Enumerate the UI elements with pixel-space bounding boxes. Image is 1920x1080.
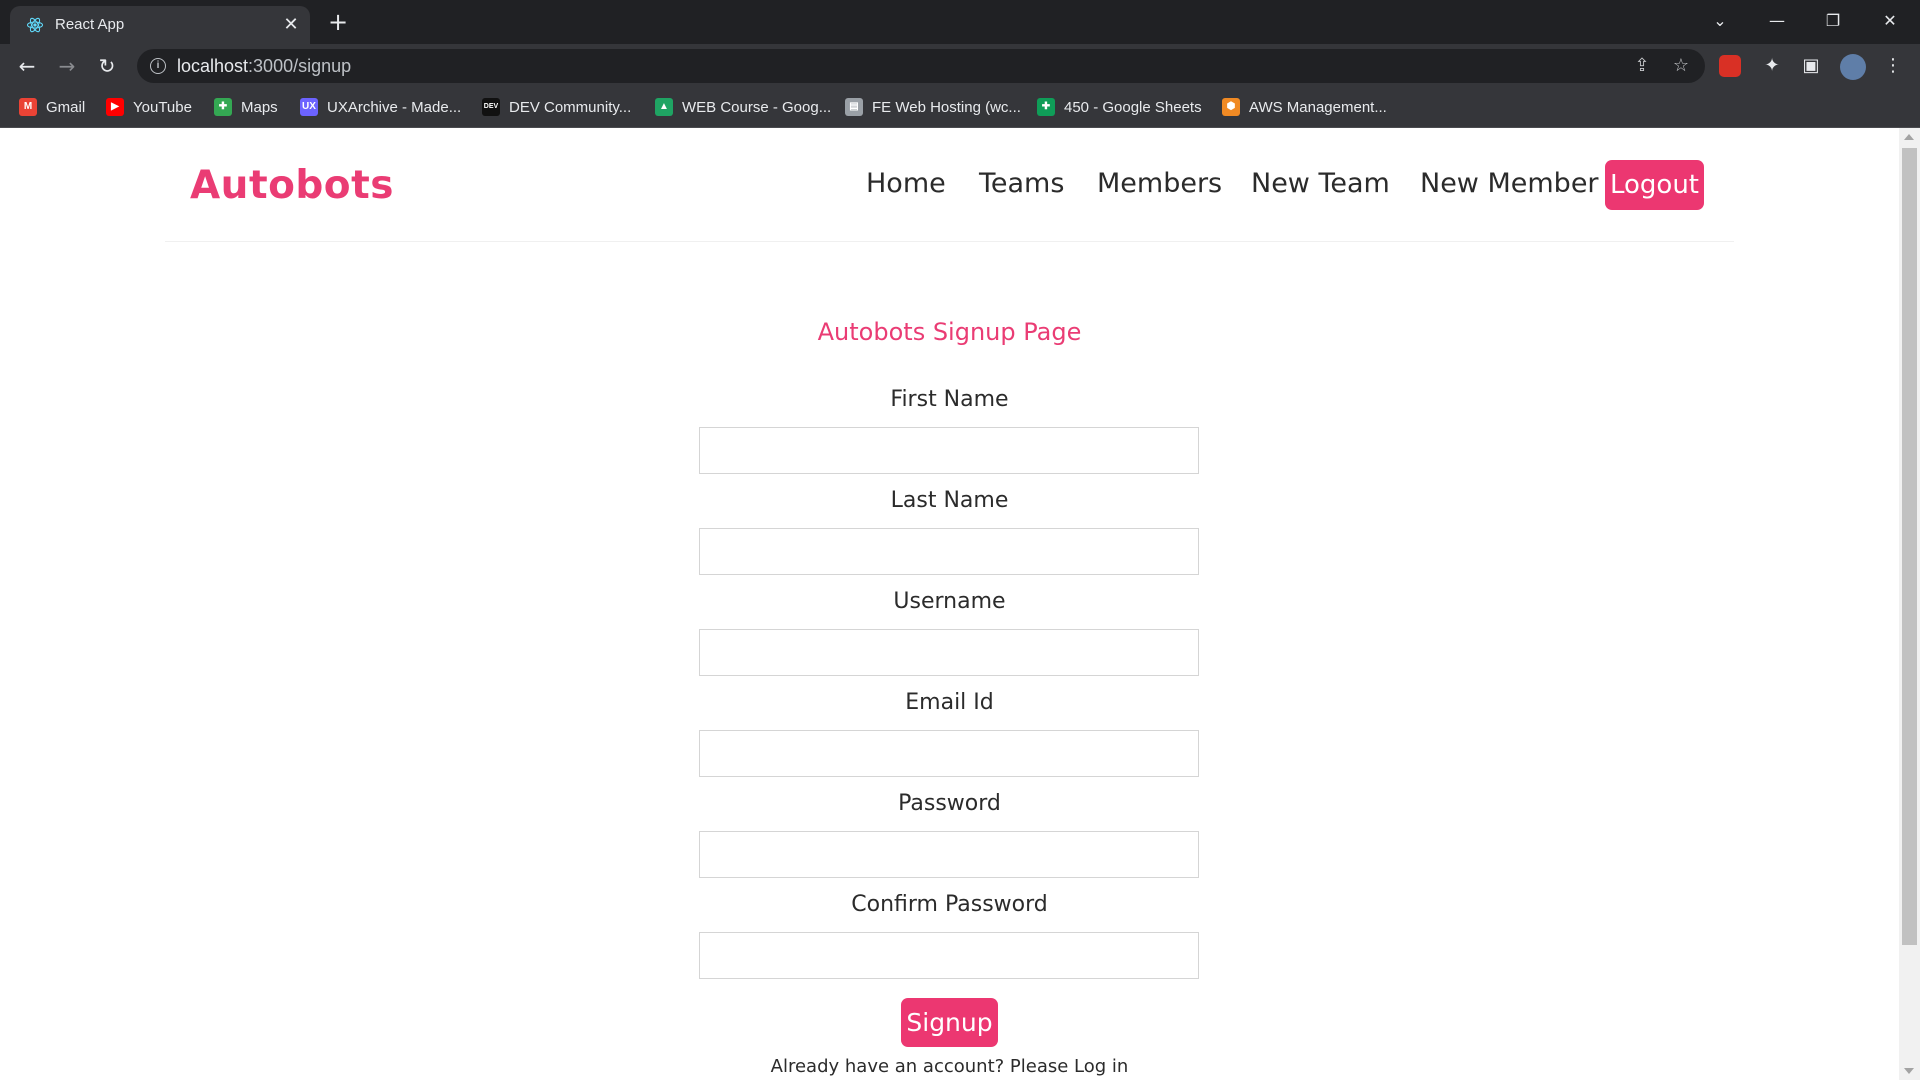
browser-tab-strip: React App ✕ + ⌄ — ❐ ✕	[0, 0, 1920, 44]
extensions-puzzle-icon[interactable]: ✦	[1759, 53, 1785, 79]
bookmark-label: 450 - Google Sheets	[1064, 98, 1202, 116]
bookmark-item[interactable]: M Gmail	[19, 96, 85, 118]
page-scrollbar[interactable]	[1899, 128, 1920, 1080]
bookmark-star-icon[interactable]: ☆	[1669, 54, 1693, 78]
brand-logo[interactable]: Autobots	[190, 163, 394, 208]
page-icon: ▤	[845, 98, 863, 116]
logout-button[interactable]: Logout	[1605, 160, 1704, 210]
address-bar[interactable]: i localhost:3000/signup ⇪ ☆	[137, 49, 1705, 83]
minimize-icon[interactable]: —	[1757, 6, 1797, 36]
react-icon	[26, 17, 44, 33]
dev-icon: DEV	[482, 98, 500, 116]
first-name-label: First Name	[890, 387, 1009, 412]
bookmark-item[interactable]: ⬢ AWS Management...	[1222, 96, 1387, 118]
email-input[interactable]	[699, 730, 1199, 777]
bookmark-item[interactable]: ▲ WEB Course - Goog...	[655, 96, 831, 118]
app-navbar: Autobots Home Teams Members New Team New…	[165, 128, 1734, 242]
last-name-input[interactable]	[699, 528, 1199, 575]
drive-icon: ▲	[655, 98, 673, 116]
bookmark-label: Gmail	[46, 98, 86, 116]
new-tab-button[interactable]: +	[325, 9, 351, 35]
bookmark-label: DEV Community...	[509, 98, 632, 116]
tab-search-icon[interactable]: ⌄	[1700, 6, 1740, 36]
scroll-down-arrow-icon[interactable]	[1904, 1068, 1914, 1074]
nav-link-new-team[interactable]: New Team	[1251, 168, 1390, 199]
page-viewport: Autobots Home Teams Members New Team New…	[0, 128, 1899, 1080]
scrollbar-thumb[interactable]	[1902, 148, 1917, 945]
signup-button[interactable]: Signup	[901, 998, 998, 1047]
maps-icon: ✚	[214, 98, 232, 116]
sheets-icon: ✚	[1037, 98, 1055, 116]
bookmark-item[interactable]: ▤ FE Web Hosting (wc...	[845, 96, 1021, 118]
username-label: Username	[893, 589, 1006, 614]
extension-icon[interactable]	[1719, 55, 1741, 77]
password-label: Password	[898, 791, 1001, 816]
last-name-label: Last Name	[890, 488, 1009, 513]
nav-link-members[interactable]: Members	[1097, 168, 1222, 199]
nav-link-teams[interactable]: Teams	[979, 168, 1064, 199]
site-info-icon[interactable]: i	[150, 58, 166, 74]
uxarchive-icon: UX	[300, 98, 318, 116]
bookmark-label: UXArchive - Made...	[327, 98, 462, 116]
username-input[interactable]	[699, 629, 1199, 676]
share-icon[interactable]: ⇪	[1630, 54, 1654, 78]
email-label: Email Id	[905, 690, 994, 715]
bookmark-label: Maps	[241, 98, 278, 116]
bookmark-item[interactable]: ✚ 450 - Google Sheets	[1037, 96, 1202, 118]
browser-tab[interactable]: React App ✕	[10, 6, 310, 44]
bookmark-label: AWS Management...	[1249, 98, 1387, 116]
bookmark-label: FE Web Hosting (wc...	[872, 98, 1021, 116]
bookmark-item[interactable]: ▶ YouTube	[106, 96, 192, 118]
login-link[interactable]: Already have an account? Please Log in	[0, 1056, 1899, 1077]
bookmark-item[interactable]: UX UXArchive - Made...	[300, 96, 461, 118]
nav-link-home[interactable]: Home	[866, 168, 946, 199]
bookmark-label: YouTube	[133, 98, 192, 116]
url-text[interactable]: localhost:3000/signup	[177, 56, 351, 77]
browser-toolbar: ← → ↻ i localhost:3000/signup ⇪ ☆ ✦ ▣ ⋮	[0, 44, 1920, 86]
bookmark-item[interactable]: DEV DEV Community...	[482, 96, 631, 118]
side-panel-icon[interactable]: ▣	[1798, 53, 1824, 79]
aws-icon: ⬢	[1222, 98, 1240, 116]
browser-menu-icon[interactable]: ⋮	[1880, 53, 1906, 79]
back-icon[interactable]: ←	[13, 52, 41, 80]
confirm-password-label: Confirm Password	[851, 892, 1048, 917]
youtube-icon: ▶	[106, 98, 124, 116]
first-name-input[interactable]	[699, 427, 1199, 474]
nav-link-new-member[interactable]: New Member	[1420, 168, 1599, 199]
confirm-password-input[interactable]	[699, 932, 1199, 979]
close-tab-icon[interactable]: ✕	[281, 15, 301, 35]
window-close-icon[interactable]: ✕	[1870, 6, 1910, 36]
bookmark-label: WEB Course - Goog...	[682, 98, 832, 116]
gmail-icon: M	[19, 98, 37, 116]
profile-avatar[interactable]	[1840, 54, 1866, 80]
page-title: Autobots Signup Page	[817, 318, 1082, 346]
tab-title: React App	[55, 16, 125, 33]
bookmarks-bar: M Gmail ▶ YouTube ✚ Maps UX UXArchive - Made...…	[0, 86, 1920, 128]
bookmark-item[interactable]: ✚ Maps	[214, 96, 278, 118]
reload-icon[interactable]: ↻	[93, 52, 121, 80]
restore-icon[interactable]: ❐	[1813, 6, 1853, 36]
forward-icon[interactable]: →	[53, 52, 81, 80]
password-input[interactable]	[699, 831, 1199, 878]
scroll-up-arrow-icon[interactable]	[1904, 134, 1914, 140]
